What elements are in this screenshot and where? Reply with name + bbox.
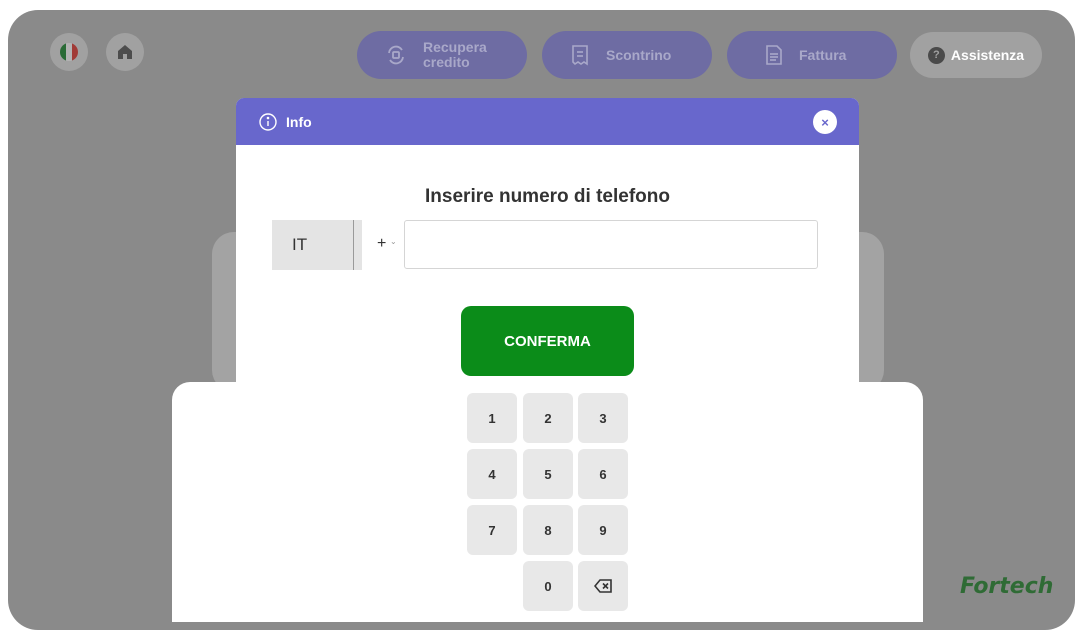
confirm-button[interactable]: CONFERMA xyxy=(461,306,634,376)
phone-prefix: + xyxy=(377,235,387,252)
select-divider xyxy=(353,220,354,270)
receipt-icon xyxy=(570,44,590,66)
key-backspace[interactable] xyxy=(578,561,628,611)
key-1[interactable]: 1 xyxy=(467,393,517,443)
fortech-logo: Fortech xyxy=(960,574,1054,599)
scontrino-label: Scontrino xyxy=(606,47,672,63)
home-icon xyxy=(116,43,134,61)
modal-heading: Inserire numero di telefono xyxy=(425,186,670,207)
italy-flag-icon xyxy=(60,43,78,61)
assistenza-label: Assistenza xyxy=(950,47,1025,63)
key-2[interactable]: 2 xyxy=(523,393,573,443)
phone-input[interactable] xyxy=(404,220,818,269)
key-3[interactable]: 3 xyxy=(578,393,628,443)
backspace-icon xyxy=(594,579,612,593)
key-0[interactable]: 0 xyxy=(523,561,573,611)
info-modal: Info × Inserire numero di telefono IT ⌄ … xyxy=(236,98,859,398)
key-6[interactable]: 6 xyxy=(578,449,628,499)
info-icon xyxy=(258,112,278,132)
country-select[interactable]: IT ⌄ xyxy=(272,220,397,270)
fattura-label: Fattura xyxy=(799,47,847,63)
key-8[interactable]: 8 xyxy=(523,505,573,555)
modal-title: Info xyxy=(286,113,312,130)
home-button[interactable] xyxy=(106,33,144,71)
key-9[interactable]: 9 xyxy=(578,505,628,555)
help-icon: ? xyxy=(927,46,945,64)
key-5[interactable]: 5 xyxy=(523,449,573,499)
fattura-button[interactable]: Fattura xyxy=(727,31,897,79)
language-button[interactable] xyxy=(50,33,88,71)
key-7[interactable]: 7 xyxy=(467,505,517,555)
modal-header: Info × xyxy=(236,98,859,145)
country-value: IT xyxy=(292,235,308,254)
close-icon[interactable]: × xyxy=(813,110,837,134)
assistenza-button[interactable]: ? Assistenza xyxy=(910,32,1042,78)
recupera-credito-label: Recupera credito xyxy=(423,39,487,70)
invoice-icon xyxy=(765,44,783,66)
refresh-icon xyxy=(385,44,407,66)
key-4[interactable]: 4 xyxy=(467,449,517,499)
chevron-down-icon: ⌄ xyxy=(390,237,397,246)
scontrino-button[interactable]: Scontrino xyxy=(542,31,712,79)
recupera-credito-button[interactable]: Recupera credito xyxy=(357,31,527,79)
